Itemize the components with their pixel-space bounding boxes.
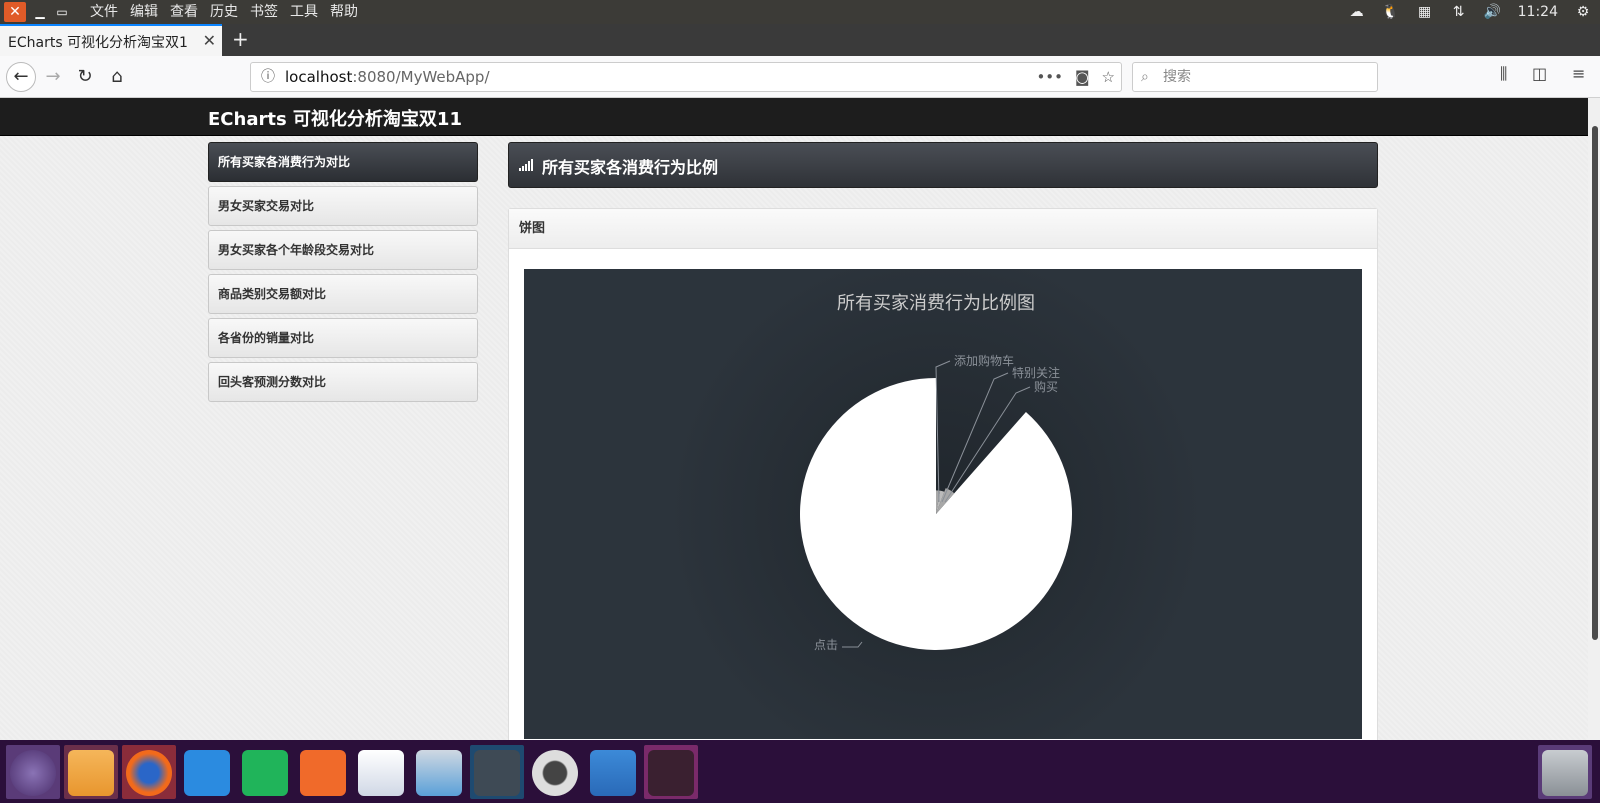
pocket-icon[interactable]: ◙ xyxy=(1075,63,1090,91)
penguin-icon[interactable]: 🐧 xyxy=(1382,4,1400,20)
url-path: :8080/MyWebApp/ xyxy=(352,68,490,86)
wps-presentation-icon[interactable] xyxy=(300,750,346,796)
navigation-bar: ← → ↻ ⌂ ⓘ localhost:8080/MyWebApp/ ••• ◙… xyxy=(0,56,1600,98)
vscode-icon[interactable] xyxy=(474,750,520,796)
page-actions-icon[interactable]: ••• xyxy=(1036,63,1063,91)
firefox-icon[interactable] xyxy=(126,750,172,796)
url-host: localhost xyxy=(285,68,353,86)
sidebar-item-province-sales[interactable]: 各省份的销量对比 xyxy=(208,318,478,358)
volume-icon[interactable]: 🔊 xyxy=(1484,4,1502,20)
pie-label: 特别关注 xyxy=(1012,365,1060,380)
reload-icon[interactable]: ↻ xyxy=(72,64,98,90)
files-folder-icon[interactable] xyxy=(68,750,114,796)
pie-label: 添加购物车 xyxy=(954,353,1014,368)
panel-title: 饼图 xyxy=(509,209,1377,249)
menu-help[interactable]: 帮助 xyxy=(324,0,364,24)
system-tray: ☁ 🐧 ▦ ⇅ 🔊 11:24 ⚙ xyxy=(1348,0,1592,24)
site-info-icon[interactable]: ⓘ xyxy=(261,63,275,91)
sidebar-item-category-sales[interactable]: 商品类别交易额对比 xyxy=(208,274,478,314)
library-icon[interactable]: ⫼ xyxy=(1500,64,1507,84)
workspace-switcher-icon[interactable] xyxy=(590,750,636,796)
web-page: ECharts 可视化分析淘宝双11 所有买家各消费行为对比 男女买家交易对比 … xyxy=(0,98,1588,740)
wps-spreadsheets-icon[interactable] xyxy=(242,750,288,796)
forward-arrow-icon[interactable]: → xyxy=(40,64,66,90)
minimize-icon[interactable]: ▁ xyxy=(32,4,48,20)
tab-strip: ECharts 可视化分析淘宝双1 ✕ + xyxy=(0,24,1600,56)
pie-chart: 所有买家消费行为比例图 点击 添加购物车特别关注购买 xyxy=(666,269,1206,739)
sidebar-item-gender-trade[interactable]: 男女买家交易对比 xyxy=(208,186,478,226)
maximize-icon[interactable]: ▭ xyxy=(54,4,70,20)
home-icon[interactable]: ⌂ xyxy=(104,64,130,90)
content-header: 所有买家各消费行为比例 xyxy=(508,142,1378,188)
sidebar-toggle-icon[interactable]: ◫ xyxy=(1532,64,1547,83)
trash-icon[interactable] xyxy=(1542,750,1588,796)
search-input[interactable]: ⌕ 搜索 xyxy=(1132,62,1378,92)
menu-bookmarks[interactable]: 书签 xyxy=(244,0,284,24)
chart-title: 所有买家消费行为比例图 xyxy=(837,293,1035,314)
hamburger-menu-icon[interactable]: ≡ xyxy=(1572,64,1585,83)
disk-utility-icon[interactable] xyxy=(532,750,578,796)
network-icon[interactable]: ⇅ xyxy=(1450,4,1468,20)
pie-label: 点击 xyxy=(814,638,838,652)
browser-tab[interactable]: ECharts 可视化分析淘宝双1 ✕ xyxy=(0,24,222,56)
search-placeholder: 搜索 xyxy=(1163,69,1191,85)
search-icon: ⌕ xyxy=(1141,69,1149,85)
app-menu: 文件 编辑 查看 历史 书签 工具 帮助 xyxy=(84,0,364,24)
menu-file[interactable]: 文件 xyxy=(84,0,124,24)
pie-chart-container: 所有买家消费行为比例图 点击 添加购物车 特别关注 购买 xyxy=(524,269,1362,739)
clock[interactable]: 11:24 xyxy=(1518,4,1558,20)
content-title: 所有买家各消费行为比例 xyxy=(542,158,719,177)
ubuntu-dash-icon[interactable] xyxy=(10,750,56,796)
close-icon[interactable]: ✕ xyxy=(4,2,26,22)
sidebar-item-consumption-behavior[interactable]: 所有买家各消费行为对比 xyxy=(208,142,478,182)
sidebar-item-repeat-buyer-score[interactable]: 回头客预测分数对比 xyxy=(208,362,478,402)
menu-tools[interactable]: 工具 xyxy=(284,0,324,24)
software-store-icon[interactable] xyxy=(358,750,404,796)
bookmark-star-icon[interactable]: ☆ xyxy=(1102,63,1115,91)
system-menu-bar: ✕ ▁ ▭ 文件 编辑 查看 历史 书签 工具 帮助 ☁ 🐧 ▦ ⇅ 🔊 11:… xyxy=(0,0,1600,24)
site-header: ECharts 可视化分析淘宝双11 xyxy=(0,98,1588,136)
menu-edit[interactable]: 编辑 xyxy=(124,0,164,24)
close-tab-icon[interactable]: ✕ xyxy=(203,31,216,50)
menu-history[interactable]: 历史 xyxy=(204,0,244,24)
signal-bars-icon xyxy=(519,159,533,171)
sidebar-nav: 所有买家各消费行为对比 男女买家交易对比 男女买家各个年龄段交易对比 商品类别交… xyxy=(208,142,478,406)
terminal-icon[interactable] xyxy=(648,750,694,796)
weather-icon[interactable]: ☁ xyxy=(1348,4,1366,20)
new-tab-icon[interactable]: + xyxy=(232,28,249,50)
sidebar-item-gender-age-trade[interactable]: 男女买家各个年龄段交易对比 xyxy=(208,230,478,270)
scanner-icon[interactable] xyxy=(416,750,462,796)
url-bar[interactable]: ⓘ localhost:8080/MyWebApp/ ••• ◙ ☆ xyxy=(250,62,1122,92)
wps-writer-icon[interactable] xyxy=(184,750,230,796)
calendar-icon[interactable]: ▦ xyxy=(1416,4,1434,20)
menu-view[interactable]: 查看 xyxy=(164,0,204,24)
dock xyxy=(0,740,1600,803)
settings-gear-icon[interactable]: ⚙ xyxy=(1574,4,1592,20)
scrollbar-thumb[interactable] xyxy=(1592,126,1598,640)
tab-title: ECharts 可视化分析淘宝双1 xyxy=(8,35,188,51)
back-arrow-icon[interactable]: ← xyxy=(6,62,36,92)
chart-panel: 饼图 所有买家消费行为比例图 点击 添加购物车 特别关注 购买 xyxy=(508,208,1378,740)
site-title[interactable]: ECharts 可视化分析淘宝双11 xyxy=(208,105,462,131)
pie-label: 购买 xyxy=(1034,379,1058,394)
